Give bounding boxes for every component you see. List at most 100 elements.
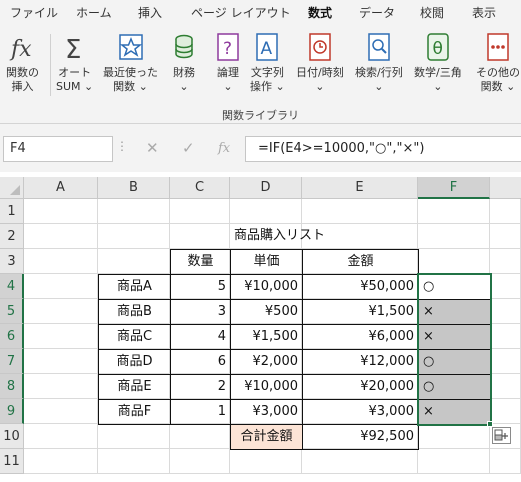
tab-insert[interactable]: 挿入 (138, 4, 162, 21)
empty-cell[interactable] (418, 249, 490, 274)
empty-cell[interactable] (170, 424, 230, 449)
item-quantity[interactable]: 5 (170, 274, 231, 300)
empty-cell[interactable] (490, 349, 521, 374)
item-quantity[interactable]: 3 (170, 299, 231, 325)
column-header-g[interactable] (490, 177, 521, 199)
math-button[interactable]: θ 数学/三角 ⌄ (414, 32, 462, 94)
datetime-button[interactable]: 日付/時刻 ⌄ (296, 32, 344, 94)
column-header-b[interactable]: B (98, 177, 170, 199)
item-mark[interactable]: ○ (418, 349, 491, 375)
empty-cell[interactable] (24, 424, 98, 449)
item-mark[interactable]: ○ (418, 374, 491, 400)
logical-button[interactable]: ? 論理 ⌄ (214, 32, 242, 94)
item-name[interactable]: 商品C (98, 324, 171, 350)
empty-cell[interactable] (302, 199, 418, 224)
header-unit-price[interactable]: 単価 (230, 249, 303, 275)
empty-cell[interactable] (170, 199, 230, 224)
row-header-1[interactable]: 1 (0, 199, 24, 224)
empty-cell[interactable] (490, 249, 521, 274)
empty-cell[interactable] (490, 199, 521, 224)
select-all-corner[interactable] (0, 177, 24, 199)
empty-cell[interactable] (24, 349, 98, 374)
empty-cell[interactable] (24, 449, 98, 474)
item-name[interactable]: 商品D (98, 349, 171, 375)
item-quantity[interactable]: 1 (170, 399, 231, 425)
item-amount[interactable]: ¥12,000 (302, 349, 419, 375)
insert-function-button[interactable]: fx 関数の 挿入 (6, 32, 39, 94)
item-quantity[interactable]: 4 (170, 324, 231, 350)
empty-cell[interactable] (418, 424, 490, 449)
empty-cell[interactable] (230, 449, 302, 474)
item-amount[interactable]: ¥1,500 (302, 299, 419, 325)
item-quantity[interactable]: 6 (170, 349, 231, 375)
tab-review[interactable]: 校閲 (420, 4, 444, 21)
header-quantity[interactable]: 数量 (170, 249, 231, 275)
empty-cell[interactable] (418, 199, 490, 224)
empty-cell[interactable] (490, 324, 521, 349)
item-mark[interactable]: × (418, 324, 491, 350)
cancel-icon[interactable]: ✕ (146, 139, 159, 157)
column-header-e[interactable]: E (302, 177, 418, 199)
header-amount[interactable]: 金額 (302, 249, 419, 275)
row-header-6[interactable]: 6 (0, 324, 24, 349)
item-unit-price[interactable]: ¥3,000 (230, 399, 303, 425)
empty-cell[interactable] (24, 324, 98, 349)
autosum-button[interactable]: Σ オート SUM ⌄ (56, 32, 93, 94)
item-unit-price[interactable]: ¥500 (230, 299, 303, 325)
empty-cell[interactable] (418, 224, 490, 249)
empty-cell[interactable] (98, 199, 170, 224)
empty-cell[interactable] (24, 299, 98, 324)
tab-view[interactable]: 表示 (472, 4, 496, 21)
tab-home[interactable]: ホーム (76, 4, 112, 21)
empty-cell[interactable] (170, 224, 230, 249)
item-mark[interactable]: × (418, 399, 491, 425)
tab-file[interactable]: ファイル (10, 4, 58, 21)
item-amount[interactable]: ¥50,000 (302, 274, 419, 300)
empty-cell[interactable] (24, 249, 98, 274)
empty-cell[interactable] (24, 224, 98, 249)
lookup-button[interactable]: 検索/行列 ⌄ (355, 32, 403, 94)
empty-cell[interactable] (490, 299, 521, 324)
recent-functions-button[interactable]: 最近使った 関数 ⌄ (103, 32, 158, 94)
empty-cell[interactable] (98, 249, 170, 274)
empty-cell[interactable] (24, 374, 98, 399)
column-header-c[interactable]: C (170, 177, 230, 199)
name-box[interactable]: F4 (3, 136, 113, 162)
item-name[interactable]: 商品B (98, 299, 171, 325)
text-button[interactable]: A 文字列 操作 ⌄ (250, 32, 285, 94)
empty-cell[interactable] (24, 199, 98, 224)
empty-cell[interactable] (490, 374, 521, 399)
empty-cell[interactable] (490, 399, 521, 424)
item-mark[interactable]: ○ (418, 274, 491, 300)
splitter-dots-icon[interactable]: ⋮ (116, 139, 128, 153)
total-value[interactable]: ¥92,500 (302, 424, 419, 450)
formula-input[interactable]: =IF(E4>=10000,"○","×") (245, 136, 521, 162)
item-unit-price[interactable]: ¥10,000 (230, 374, 303, 400)
item-mark[interactable]: × (418, 299, 491, 325)
item-quantity[interactable]: 2 (170, 374, 231, 400)
insert-function-icon[interactable]: fx (218, 141, 230, 156)
empty-cell[interactable] (490, 449, 521, 474)
column-header-a[interactable]: A (24, 177, 98, 199)
empty-cell[interactable] (98, 424, 170, 449)
empty-cell[interactable] (490, 224, 521, 249)
empty-cell[interactable] (98, 449, 170, 474)
column-header-d[interactable]: D (230, 177, 302, 199)
row-header-11[interactable]: 11 (0, 449, 24, 474)
row-header-3[interactable]: 3 (0, 249, 24, 274)
item-unit-price[interactable]: ¥2,000 (230, 349, 303, 375)
row-header-9[interactable]: 9 (0, 399, 24, 424)
row-header-7[interactable]: 7 (0, 349, 24, 374)
empty-cell[interactable] (24, 274, 98, 299)
row-header-4[interactable]: 4 (0, 274, 24, 299)
enter-icon[interactable]: ✓ (182, 139, 195, 157)
quick-analysis-button[interactable] (492, 427, 511, 444)
tab-formulas[interactable]: 数式 (308, 4, 333, 27)
tab-page-layout[interactable]: ページ レイアウト (191, 4, 291, 21)
item-amount[interactable]: ¥20,000 (302, 374, 419, 400)
row-header-5[interactable]: 5 (0, 299, 24, 324)
empty-cell[interactable] (98, 224, 170, 249)
item-amount[interactable]: ¥6,000 (302, 324, 419, 350)
empty-cell[interactable] (418, 449, 490, 474)
empty-cell[interactable] (302, 449, 418, 474)
